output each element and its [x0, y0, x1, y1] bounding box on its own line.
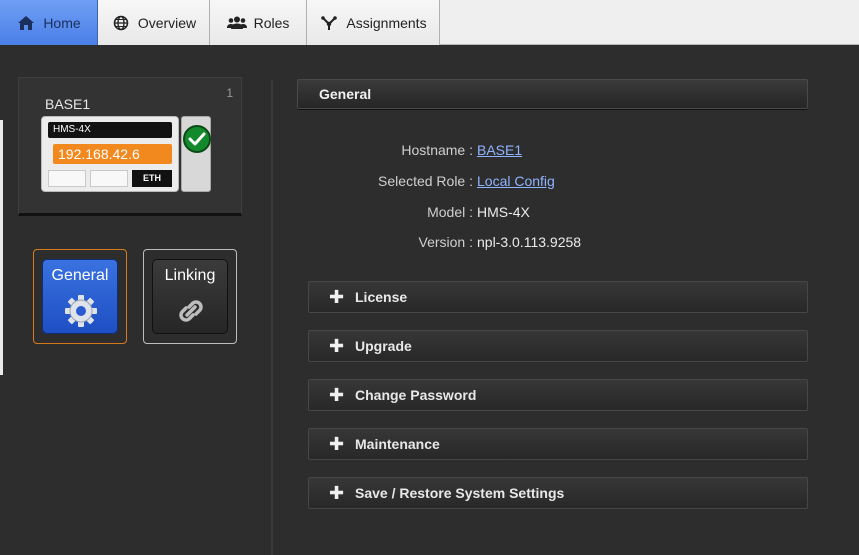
device-index: 1 [226, 86, 233, 100]
general-button-label: General [51, 267, 109, 284]
linking-button-label: Linking [164, 267, 216, 284]
linking-button[interactable]: Linking [143, 249, 237, 344]
plus-icon: ✚ [329, 336, 345, 356]
home-icon [16, 14, 36, 32]
device-name: BASE1 [45, 96, 91, 112]
info-row-selected-role: Selected Role : Local Config [300, 173, 700, 193]
device-slot [90, 170, 128, 187]
tab-home[interactable]: Home [0, 0, 98, 45]
check-icon [183, 125, 211, 153]
plus-icon: ✚ [329, 483, 345, 503]
device-faceplate: HMS-4X 192.168.42.6 ETH [41, 116, 179, 192]
section-maintenance[interactable]: ✚ Maintenance [308, 428, 808, 460]
general-button[interactable]: General [33, 249, 127, 344]
tab-assignments[interactable]: Assignments [307, 0, 440, 45]
section-label: Maintenance [355, 436, 440, 452]
model-value: HMS-4X [477, 204, 530, 220]
selected-role-link[interactable]: Local Config [477, 173, 555, 189]
version-value: npl-3.0.113.9258 [477, 234, 582, 250]
linking-button-face: Linking [152, 259, 228, 334]
general-button-face: General [42, 259, 118, 334]
section-label: Change Password [355, 387, 477, 403]
globe-icon [111, 14, 131, 32]
tab-overview[interactable]: Overview [98, 0, 210, 45]
info-row-version: Version : npl-3.0.113.9258 [300, 234, 700, 254]
device-ip-address: 192.168.42.6 [53, 144, 172, 164]
tab-label: Home [43, 14, 81, 31]
plus-icon: ✚ [329, 434, 345, 454]
top-tab-bar: Home Overview Roles Assignments [0, 0, 859, 45]
panel-divider [271, 80, 273, 555]
device-status-panel [181, 116, 211, 192]
window-edge [0, 120, 3, 375]
tab-label: Overview [137, 14, 197, 31]
plus-icon: ✚ [329, 287, 345, 307]
chain-link-icon [174, 294, 208, 328]
device-model-label: HMS-4X [48, 122, 172, 138]
assignments-icon [319, 14, 339, 32]
section-upgrade[interactable]: ✚ Upgrade [308, 330, 808, 362]
tab-label: Roles [253, 14, 290, 31]
info-label: Selected Role : [378, 173, 473, 189]
hostname-link[interactable]: BASE1 [477, 142, 522, 158]
general-section-title: General [319, 86, 372, 102]
device-card[interactable]: BASE1 1 HMS-4X 192.168.42.6 ETH [18, 77, 242, 216]
section-label: Upgrade [355, 338, 412, 354]
section-label: License [355, 289, 408, 305]
device-slot [48, 170, 86, 187]
users-icon [226, 14, 247, 32]
info-label: Hostname : [401, 142, 473, 158]
section-license[interactable]: ✚ License [308, 281, 808, 313]
general-section-header: General [297, 79, 808, 109]
info-label: Version : [418, 234, 473, 250]
info-row-hostname: Hostname : BASE1 [300, 142, 700, 162]
gear-icon [64, 294, 98, 328]
tab-label: Assignments [346, 14, 427, 31]
tab-roles[interactable]: Roles [210, 0, 307, 45]
section-save-restore[interactable]: ✚ Save / Restore System Settings [308, 477, 808, 509]
section-change-password[interactable]: ✚ Change Password [308, 379, 808, 411]
info-row-model: Model : HMS-4X [300, 204, 700, 224]
section-label: Save / Restore System Settings [355, 485, 565, 501]
device-port-label: ETH [132, 170, 172, 187]
plus-icon: ✚ [329, 385, 345, 405]
info-label: Model : [427, 204, 473, 220]
